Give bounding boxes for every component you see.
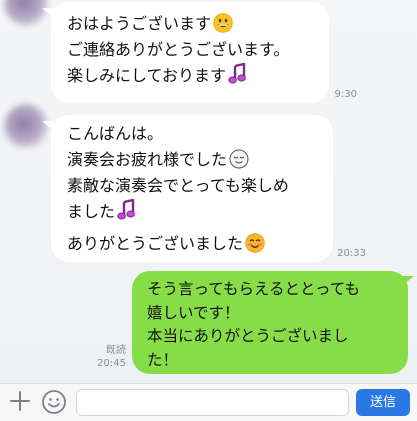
message-line: 素敵な演奏会でとっても楽しめ: [67, 176, 289, 195]
message-line: ありがとうございました: [67, 231, 333, 257]
message-input[interactable]: [76, 389, 349, 416]
emoji-icon[interactable]: [41, 389, 67, 415]
outgoing-message-bubble[interactable]: そう言ってもらえるととっても 嬉しいです！ 本当にありがとうございまし た！: [132, 271, 408, 374]
smiling-blush-emoji: [245, 233, 265, 253]
message-line: 嬉しいです！: [147, 303, 240, 322]
send-button[interactable]: 送信: [356, 389, 410, 416]
message-line: た！: [147, 350, 179, 369]
message-line: ました: [67, 199, 333, 225]
chat-area[interactable]: おはようございます ご連絡ありがとうございます。 楽しみにしております 9:30…: [0, 0, 417, 383]
message-line: 演奏会お疲れ様でした: [67, 147, 333, 173]
music-note-emoji: [228, 63, 246, 84]
message-line: そう言ってもらえるととっても: [147, 280, 360, 298]
bubble-tail: [402, 276, 414, 286]
message-line: 本当にありがとうございまし: [147, 327, 349, 345]
message-line: ご連絡ありがとうございます。: [67, 40, 290, 59]
message-line: こんばんは。: [67, 124, 164, 143]
message-time: 20:45: [97, 358, 126, 369]
read-receipt: 既読: [106, 345, 126, 356]
message-time: 9:30: [334, 89, 357, 100]
message-line: 楽しみにしております: [67, 63, 329, 89]
message-time: 20:33: [337, 248, 366, 259]
incoming-message-bubble[interactable]: おはようございます ご連絡ありがとうございます。 楽しみにしております: [51, 2, 329, 103]
message-line: おはようございます: [67, 11, 329, 37]
incoming-message-bubble[interactable]: こんばんは。 演奏会お疲れ様でした 素敵な演奏会でとっても楽しめ ました ありが…: [51, 115, 333, 262]
relieved-face-emoji: [229, 149, 249, 169]
message-input-bar: 送信: [0, 383, 417, 421]
plus-icon[interactable]: [8, 389, 32, 413]
grinning-face-emoji: [213, 13, 233, 33]
music-note-emoji: [117, 199, 135, 220]
